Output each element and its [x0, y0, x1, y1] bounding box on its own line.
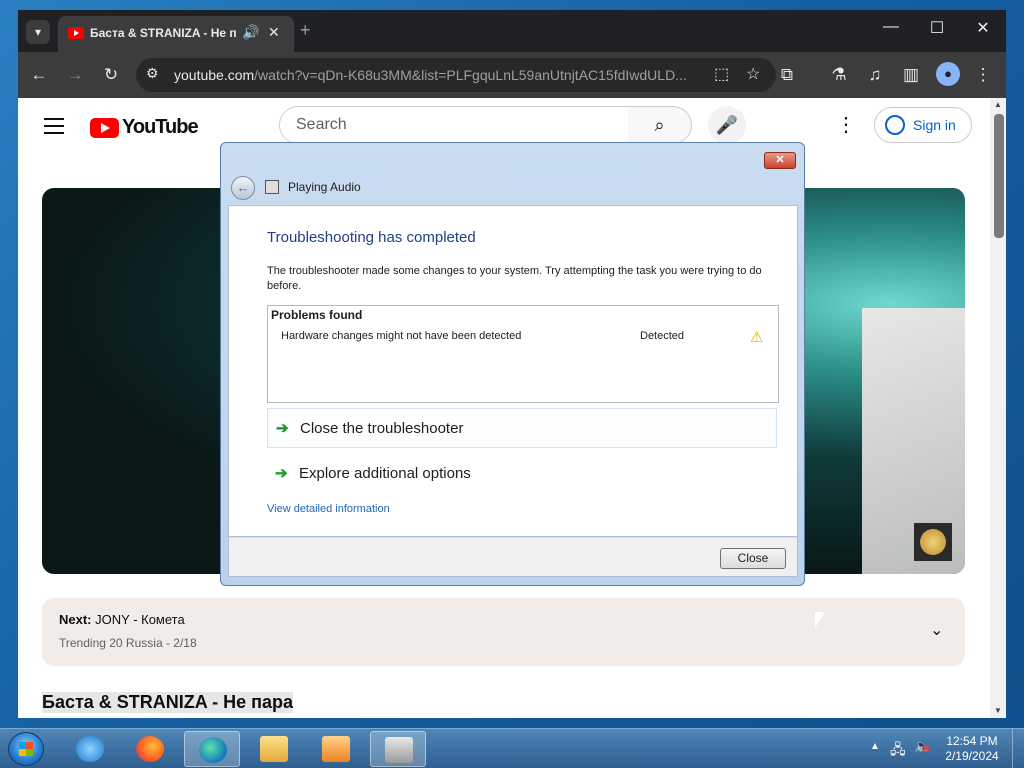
tab-close-icon[interactable]: ✕ [268, 24, 280, 41]
ie-glyph [76, 736, 104, 762]
url-path: /watch?v=qDn-K68u3MM&list=PLFgquLnL59anU… [254, 67, 687, 83]
close-troubleshooter-label: Close the troubleshooter [300, 420, 464, 437]
channel-watermark-icon[interactable] [914, 523, 952, 561]
troubleshooter-app-icon [265, 180, 279, 194]
problem-status: Detected [640, 330, 685, 342]
chrome-menu-icon[interactable]: ⋮ [970, 62, 996, 88]
dialog-body-text: The troubleshooter made some changes to … [267, 265, 762, 292]
bookmark-star-icon[interactable]: ☆ [746, 64, 760, 84]
url-text[interactable]: youtube.com/watch?v=qDn-K68u3MM&list=PLF… [174, 67, 694, 83]
tab-search-button[interactable]: ▾ [26, 20, 50, 44]
scrollbar-thumb[interactable] [994, 114, 1004, 238]
next-video-line: Next: JONY - Комета [59, 612, 185, 627]
microphone-icon[interactable]: 🎤 [708, 106, 746, 144]
hamburger-menu-icon[interactable] [44, 118, 64, 139]
chevron-down-icon[interactable]: ⌄ [930, 620, 943, 640]
media-glyph [322, 736, 350, 762]
video-title: Баста & STRANIZA - Не пара [42, 692, 294, 713]
explore-options-label: Explore additional options [299, 465, 471, 482]
internet-explorer-icon[interactable] [62, 731, 118, 767]
explore-options-option[interactable]: ➔ Explore additional options [267, 454, 777, 494]
mouse-cursor-icon [815, 612, 825, 628]
url-host: youtube.com [174, 67, 255, 83]
site-info-icon[interactable]: ⚙ [146, 65, 159, 82]
labs-flask-icon[interactable]: ⚗ [826, 62, 852, 88]
problems-found-box: Problems found Hardware changes might no… [267, 305, 779, 403]
start-button[interactable] [8, 732, 44, 766]
tab-strip: ▾ Баста & STRANIZA - Не па 🔊 ✕ + — ☐ ✕ [18, 10, 1006, 52]
troubleshooter-dialog: ✕ ← Playing Audio Troubleshooting has co… [220, 142, 805, 586]
close-window-button[interactable]: ✕ [968, 18, 998, 38]
new-tab-button[interactable]: + [300, 20, 311, 41]
browser-toolbar: ← → ↻ ⚙ youtube.com/watch?v=qDn-K68u3MM&… [18, 52, 1006, 98]
firefox-icon[interactable] [122, 731, 178, 767]
problem-description: Hardware changes might not have been det… [281, 330, 522, 342]
firefox-glyph [136, 736, 164, 762]
sign-in-label: Sign in [913, 117, 956, 133]
next-video-panel[interactable]: Next: JONY - Комета Trending 20 Russia -… [42, 598, 965, 666]
extensions-icon[interactable]: ⧉ [774, 62, 800, 88]
install-app-icon[interactable]: ⬚ [714, 64, 729, 84]
back-arrow-icon[interactable]: ← [231, 176, 255, 200]
settings-kebab-icon[interactable]: ⋮ [836, 112, 856, 137]
show-hidden-icons-icon[interactable]: ▲ [870, 741, 880, 752]
network-icon[interactable]: 🖧 [890, 739, 906, 763]
side-panel-icon[interactable]: ▥ [898, 62, 924, 88]
close-troubleshooter-option[interactable]: ➔ Close the troubleshooter [267, 408, 777, 448]
troubleshooter-taskbar-icon[interactable] [370, 731, 426, 767]
back-arrow-icon[interactable]: ← [26, 62, 52, 88]
youtube-favicon-icon [68, 27, 84, 39]
media-player-icon[interactable] [308, 731, 364, 767]
speaker-icon[interactable]: 🔊 [242, 24, 259, 41]
reload-icon[interactable]: ↻ [98, 62, 124, 88]
browser-tab-active[interactable]: Баста & STRANIZA - Не па 🔊 ✕ [58, 16, 294, 52]
mute-x-icon: ✖ [922, 744, 931, 755]
system-clock[interactable]: 12:54 PM 2/19/2024 [942, 734, 1002, 764]
edge-glyph [199, 737, 227, 763]
show-desktop-button[interactable] [1012, 729, 1024, 768]
youtube-play-icon [90, 117, 119, 138]
folder-glyph [260, 736, 288, 762]
edge-icon[interactable] [184, 731, 240, 767]
search-input[interactable]: Search [279, 106, 629, 144]
address-bar[interactable]: ⚙ youtube.com/watch?v=qDn-K68u3MM&list=P… [136, 58, 776, 92]
scroll-down-arrow-icon[interactable]: ▼ [994, 706, 1002, 715]
warning-icon: ⚠ [750, 329, 764, 346]
playlist-info: Trending 20 Russia - 2/18 [59, 636, 197, 650]
youtube-logo-text: YouTube [122, 116, 199, 138]
profile-avatar-icon[interactable]: ● [936, 62, 960, 86]
scroll-up-arrow-icon[interactable]: ▲ [994, 100, 1002, 109]
green-arrow-icon: ➔ [276, 420, 289, 437]
green-arrow-icon: ➔ [275, 465, 288, 482]
view-details-link[interactable]: View detailed information [267, 503, 390, 515]
dialog-close-icon[interactable]: ✕ [764, 152, 796, 169]
taskbar: ▲ 🖧 🔈 ✖ 12:54 PM 2/19/2024 [0, 728, 1024, 768]
clock-time: 12:54 PM [946, 734, 998, 748]
account-circle-icon [885, 115, 905, 135]
troubleshooter-glyph [385, 737, 413, 763]
minimize-button[interactable]: — [876, 18, 906, 36]
maximize-button[interactable]: ☐ [922, 18, 952, 38]
youtube-logo[interactable]: YouTube [90, 116, 199, 139]
file-explorer-icon[interactable] [246, 731, 302, 767]
media-control-icon[interactable]: ♫ [862, 62, 888, 88]
dialog-footer: Close [228, 537, 798, 577]
volume-muted-icon[interactable]: 🔈 ✖ [914, 738, 931, 755]
next-label: Next: [59, 612, 92, 627]
forward-arrow-icon[interactable]: → [62, 62, 88, 88]
close-button[interactable]: Close [720, 548, 786, 569]
problems-header: Problems found [271, 308, 363, 322]
dialog-heading: Troubleshooting has completed [267, 229, 476, 246]
page-scrollbar[interactable]: ▲ ▼ [990, 98, 1006, 718]
dialog-title: Playing Audio [288, 180, 361, 194]
dialog-content: Troubleshooting has completed The troubl… [228, 205, 798, 537]
search-icon[interactable]: ⌕ [628, 106, 692, 144]
next-video-title: JONY - Комета [95, 612, 185, 627]
sign-in-button[interactable]: Sign in [874, 107, 972, 143]
tab-title: Баста & STRANIZA - Не па [90, 26, 236, 40]
clock-date: 2/19/2024 [945, 749, 999, 763]
